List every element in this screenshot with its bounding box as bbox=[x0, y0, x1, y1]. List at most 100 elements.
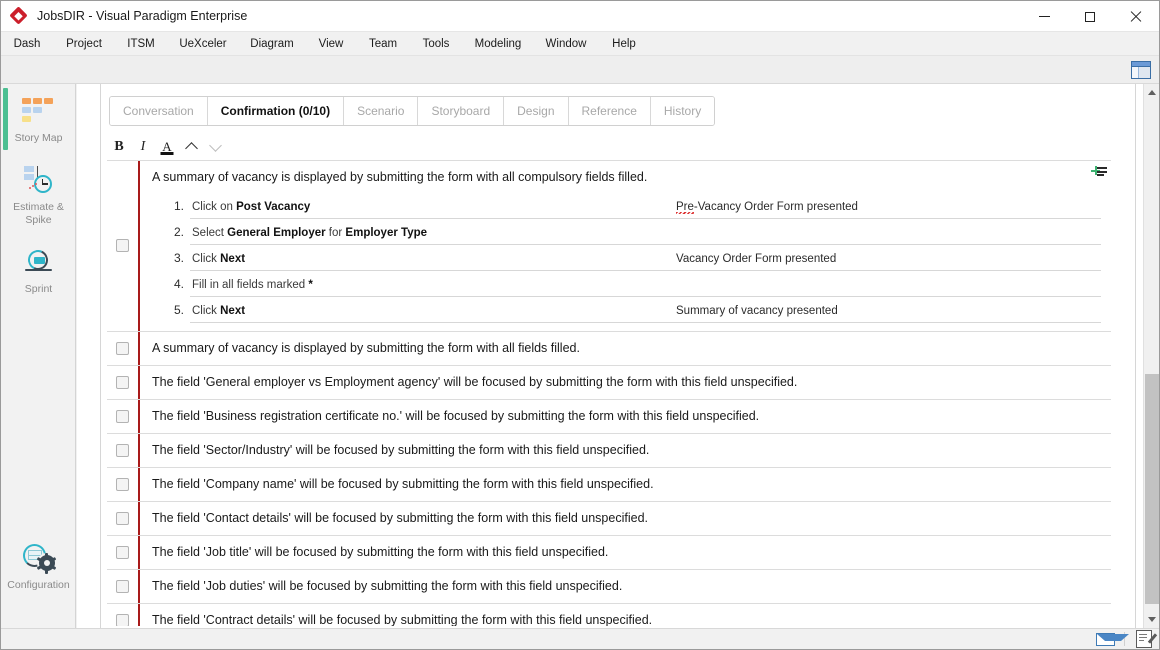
row-title[interactable]: The field 'Business registration certifi… bbox=[152, 408, 1101, 425]
step-action[interactable]: Click on Post Vacancy bbox=[190, 192, 670, 219]
row-title[interactable]: The field 'General employer vs Employmen… bbox=[152, 374, 1101, 391]
minimize-button[interactable] bbox=[1021, 1, 1067, 32]
mail-button[interactable] bbox=[1090, 629, 1129, 650]
row-title[interactable]: The field 'Contact details' will be focu… bbox=[152, 510, 1101, 527]
menu-item-dash[interactable]: Dash bbox=[1, 34, 53, 54]
move-up-button[interactable] bbox=[179, 136, 203, 158]
panel-layout-icon[interactable] bbox=[1131, 61, 1151, 79]
maximize-button[interactable] bbox=[1067, 1, 1113, 32]
step-expected-result[interactable]: Summary of vacancy presented bbox=[670, 296, 1101, 323]
row-checkbox[interactable] bbox=[116, 613, 129, 626]
row-body: The field 'Contract details' will be foc… bbox=[138, 603, 1111, 627]
menu-item-view[interactable]: View bbox=[305, 34, 357, 54]
row-checkbox[interactable] bbox=[116, 511, 129, 525]
step-row: 4. Fill in all fields marked * bbox=[152, 270, 1101, 297]
add-row-icon[interactable] bbox=[1091, 166, 1107, 181]
step-action[interactable]: Click Next bbox=[190, 244, 670, 271]
menu-item-tools[interactable]: Tools bbox=[409, 34, 463, 54]
close-button[interactable] bbox=[1113, 1, 1159, 32]
step-action[interactable]: Click Next bbox=[190, 296, 670, 323]
row-checkbox[interactable] bbox=[116, 579, 129, 593]
window-title: JobsDIR - Visual Paradigm Enterprise bbox=[37, 9, 248, 23]
row-title[interactable]: The field 'Contract details' will be foc… bbox=[152, 612, 1101, 627]
tab-confirmation-0-10[interactable]: Confirmation (0/10) bbox=[207, 97, 345, 125]
sidebar-item-sprint[interactable]: Sprint bbox=[1, 235, 76, 304]
editor-tabs: Conversation Confirmation (0/10) Scenario S… bbox=[109, 96, 716, 126]
visual-paradigm-diamond-icon bbox=[9, 6, 28, 25]
confirmation-row[interactable]: The field 'Job duties' will be focused b… bbox=[107, 569, 1111, 604]
toolbar-strip bbox=[1, 56, 1159, 84]
step-action[interactable]: Select General Employer for Employer Typ… bbox=[190, 218, 670, 245]
menu-item-uexceler[interactable]: UeXceler bbox=[167, 34, 239, 54]
scroll-down-button[interactable] bbox=[1144, 611, 1160, 628]
menu-item-itsm[interactable]: ITSM bbox=[115, 34, 167, 54]
row-body: The field 'Contact details' will be focu… bbox=[138, 501, 1111, 535]
row-body: A summary of vacancy is displayed by sub… bbox=[138, 331, 1111, 365]
confirmation-row[interactable]: The field 'Contract details' will be foc… bbox=[107, 603, 1111, 627]
row-checkbox[interactable] bbox=[116, 477, 129, 491]
sidebar-item-label: Estimate & Spike bbox=[13, 201, 64, 226]
move-down-button[interactable] bbox=[203, 136, 227, 158]
confirmation-row[interactable]: The field 'Business registration certifi… bbox=[107, 399, 1111, 434]
row-checkbox[interactable] bbox=[116, 409, 129, 423]
vertical-scrollbar[interactable] bbox=[1143, 84, 1159, 628]
row-title[interactable]: A summary of vacancy is displayed by sub… bbox=[152, 340, 1101, 357]
bold-icon: B bbox=[114, 139, 124, 154]
row-checkbox[interactable] bbox=[116, 545, 129, 559]
scrollbar-thumb[interactable] bbox=[1145, 374, 1159, 604]
tab-design[interactable]: Design bbox=[504, 97, 569, 125]
row-checkbox-cell bbox=[107, 161, 138, 331]
row-checkbox[interactable] bbox=[116, 375, 129, 389]
step-row: 3. Click Next Vacancy Order Form presented bbox=[152, 244, 1101, 271]
step-action[interactable]: Fill in all fields marked * bbox=[190, 270, 670, 297]
confirmation-row[interactable]: The field 'Sector/Industry' will be focu… bbox=[107, 433, 1111, 468]
row-checkbox[interactable] bbox=[116, 341, 129, 355]
row-title[interactable]: The field 'Company name' will be focused… bbox=[152, 476, 1101, 493]
menu-item-diagram[interactable]: Diagram bbox=[239, 34, 305, 54]
estimate-spike-icon bbox=[3, 163, 74, 197]
tab-storyboard[interactable]: Storyboard bbox=[418, 97, 505, 125]
sidebar-item-estimate-spike[interactable]: Estimate & Spike bbox=[1, 153, 76, 235]
tab-conversation[interactable]: Conversation bbox=[110, 97, 208, 125]
sidebar-item-story-map[interactable]: Story Map bbox=[1, 84, 76, 153]
confirmation-row[interactable]: A summary of vacancy is displayed by sub… bbox=[107, 331, 1111, 366]
menu-item-team[interactable]: Team bbox=[357, 34, 409, 54]
italic-button[interactable]: I bbox=[131, 136, 155, 158]
story-map-icon bbox=[3, 94, 74, 128]
note-edit-button[interactable] bbox=[1129, 629, 1159, 650]
confirmation-row[interactable]: A summary of vacancy is displayed by sub… bbox=[107, 161, 1111, 332]
tab-scenario[interactable]: Scenario bbox=[344, 97, 419, 125]
menu-item-project[interactable]: Project bbox=[53, 34, 115, 54]
sidebar-item-configuration[interactable]: Configuration bbox=[1, 531, 76, 600]
tab-reference[interactable]: Reference bbox=[568, 97, 651, 125]
confirmation-row[interactable]: The field 'Job title' will be focused by… bbox=[107, 535, 1111, 570]
menu-item-help[interactable]: Help bbox=[599, 34, 649, 54]
sprint-icon bbox=[3, 245, 74, 279]
tab-history[interactable]: History bbox=[650, 97, 715, 125]
row-title[interactable]: The field 'Sector/Industry' will be focu… bbox=[152, 442, 1101, 459]
configuration-icon bbox=[3, 541, 74, 575]
confirmation-row[interactable]: The field 'General employer vs Employmen… bbox=[107, 365, 1111, 400]
bold-button[interactable]: B bbox=[107, 136, 131, 158]
confirmation-row[interactable]: The field 'Company name' will be focused… bbox=[107, 467, 1111, 502]
row-title[interactable]: The field 'Job title' will be focused by… bbox=[152, 544, 1101, 561]
row-checkbox[interactable] bbox=[116, 443, 129, 457]
scroll-up-button[interactable] bbox=[1144, 84, 1160, 101]
row-checkbox[interactable] bbox=[116, 239, 129, 253]
application-window: JobsDIR - Visual Paradigm Enterprise Das… bbox=[0, 0, 1160, 650]
title-bar: JobsDIR - Visual Paradigm Enterprise bbox=[1, 1, 1159, 32]
step-expected-result[interactable]: Pre-Vacancy Order Form presented bbox=[670, 192, 1101, 219]
step-number: 3. bbox=[173, 251, 184, 265]
confirmation-list[interactable]: A summary of vacancy is displayed by sub… bbox=[107, 160, 1111, 626]
step-expected-result[interactable] bbox=[670, 218, 1101, 245]
row-title[interactable]: A summary of vacancy is displayed by sub… bbox=[152, 169, 1101, 186]
confirmation-row[interactable]: The field 'Contact details' will be focu… bbox=[107, 501, 1111, 536]
menu-item-modeling[interactable]: Modeling bbox=[463, 34, 533, 54]
row-checkbox-cell bbox=[107, 570, 138, 603]
menu-item-window[interactable]: Window bbox=[533, 34, 599, 54]
step-number: 4. bbox=[173, 277, 184, 291]
font-color-button[interactable]: A bbox=[155, 136, 179, 158]
row-title[interactable]: The field 'Job duties' will be focused b… bbox=[152, 578, 1101, 595]
step-expected-result[interactable]: Vacancy Order Form presented bbox=[670, 244, 1101, 271]
step-expected-result[interactable] bbox=[670, 270, 1101, 297]
